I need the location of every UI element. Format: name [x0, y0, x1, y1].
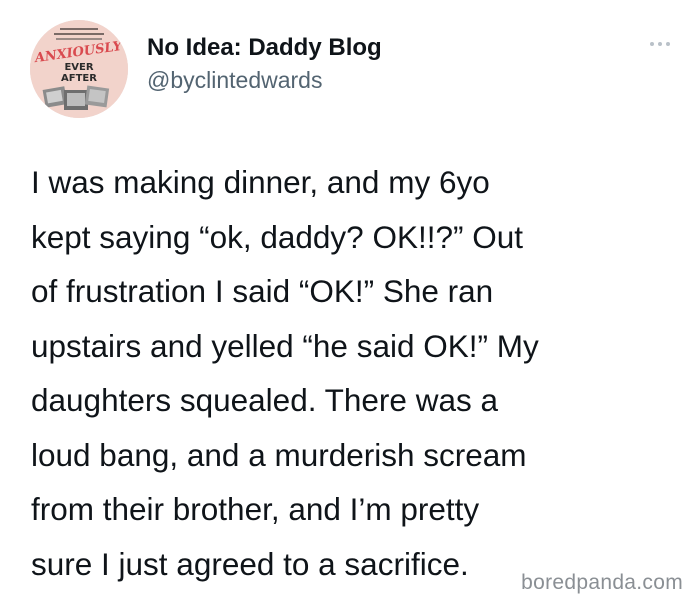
author-display-name[interactable]: No Idea: Daddy Blog — [147, 34, 382, 62]
svg-text:AFTER: AFTER — [61, 73, 97, 84]
svg-text:EVER: EVER — [64, 62, 93, 73]
avatar[interactable]: ANXIOUSLY EVER AFTER — [30, 20, 128, 118]
tweet-text-line: kept saying “ok, daddy? OK!!?” Out — [31, 218, 524, 255]
more-dots-icon — [658, 42, 662, 46]
watermark: boredpanda.com — [521, 571, 683, 594]
tweet-text: I was making dinner, and my 6yo kept say… — [31, 155, 686, 591]
tweet-text-line: of frustration I said “OK!” She ran — [31, 273, 494, 309]
tweet-text-line: I was making dinner, and my 6yo — [31, 164, 490, 200]
book-cover-logo-icon: ANXIOUSLY EVER AFTER — [30, 20, 128, 118]
author-handle[interactable]: @byclintedwards — [147, 67, 322, 94]
more-dots-icon — [666, 42, 670, 46]
tweet-text-line: daughters squealed. There was a — [31, 382, 498, 418]
more-options-button[interactable] — [642, 32, 678, 56]
more-dots-icon — [650, 42, 654, 46]
tweet-text-line: from their brother, and I’m pretty — [31, 491, 480, 527]
tweet-text-line: upstairs and yelled “he said OK!” My — [31, 327, 539, 364]
tweet-card: ANXIOUSLY EVER AFTER No Idea: Daddy Blog… — [0, 0, 700, 605]
tweet-text-line: loud bang, and a murderish scream — [31, 436, 527, 473]
